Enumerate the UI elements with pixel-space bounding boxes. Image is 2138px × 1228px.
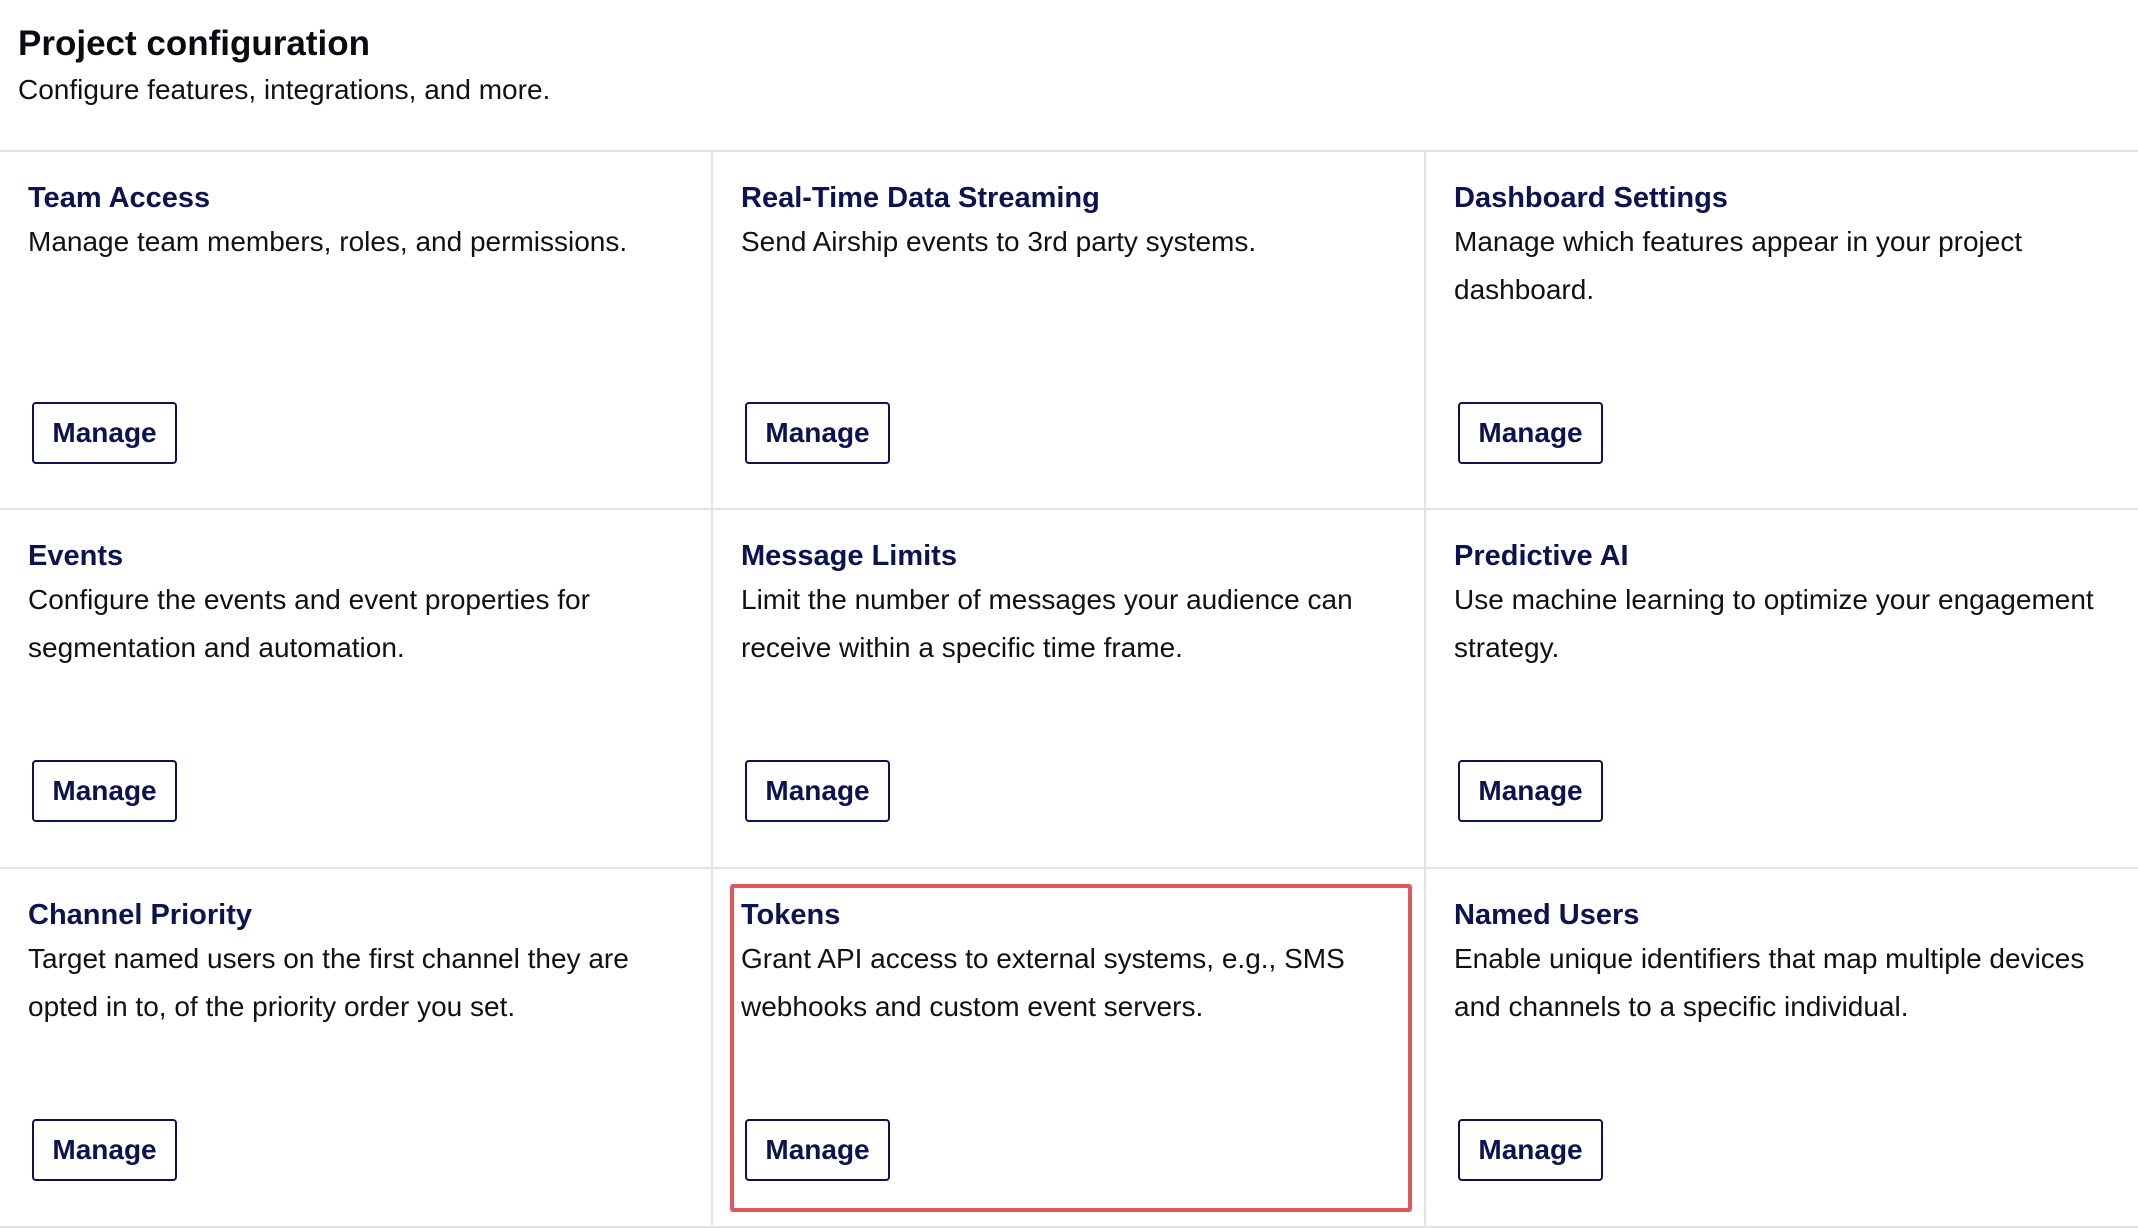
- card-dashboard-settings: Dashboard Settings Manage which features…: [1426, 152, 2138, 510]
- manage-dashboard-settings-button[interactable]: Manage: [1458, 402, 1603, 464]
- card-title: Team Access: [28, 182, 211, 214]
- manage-events-button[interactable]: Manage: [32, 760, 177, 822]
- card-description: Manage which features appear in your pro…: [1454, 226, 2023, 305]
- card-description: Limit the number of messages your audien…: [741, 584, 1353, 663]
- manage-message-limits-button[interactable]: Manage: [745, 760, 890, 822]
- card-events: Events Configure the events and event pr…: [0, 510, 713, 869]
- card-title: Predictive AI: [1454, 540, 1629, 572]
- card-title: Dashboard Settings: [1454, 182, 1728, 214]
- card-title: Message Limits: [741, 540, 957, 572]
- card-predictive-ai: Predictive AI Use machine learning to op…: [1426, 510, 2138, 869]
- card-tokens: Tokens Grant API access to external syst…: [713, 869, 1426, 1228]
- card-title: Named Users: [1454, 899, 1640, 931]
- card-real-time-data-streaming: Real-Time Data Streaming Send Airship ev…: [713, 152, 1426, 510]
- page-header: Project configuration Configure features…: [18, 22, 550, 110]
- card-title: Events: [28, 540, 124, 572]
- manage-team-access-button[interactable]: Manage: [32, 402, 177, 464]
- page-subtitle: Configure features, integrations, and mo…: [18, 74, 551, 105]
- card-title: Tokens: [741, 899, 841, 931]
- manage-named-users-button[interactable]: Manage: [1458, 1119, 1603, 1181]
- page-title: Project configuration: [18, 24, 370, 63]
- card-description: Configure the events and event propertie…: [28, 584, 590, 663]
- manage-channel-priority-button[interactable]: Manage: [32, 1119, 177, 1181]
- manage-tokens-button[interactable]: Manage: [745, 1119, 890, 1181]
- card-description: Send Airship events to 3rd party systems…: [741, 226, 1257, 257]
- card-title: Real-Time Data Streaming: [741, 182, 1100, 214]
- card-channel-priority: Channel Priority Target named users on t…: [0, 869, 713, 1228]
- manage-predictive-ai-button[interactable]: Manage: [1458, 760, 1603, 822]
- manage-real-time-data-streaming-button[interactable]: Manage: [745, 402, 890, 464]
- card-title: Channel Priority: [28, 899, 252, 931]
- card-description: Manage team members, roles, and permissi…: [28, 226, 628, 257]
- card-description: Target named users on the first channel …: [28, 943, 629, 1022]
- config-card-grid: Team Access Manage team members, roles, …: [0, 150, 2138, 1228]
- card-named-users: Named Users Enable unique identifiers th…: [1426, 869, 2138, 1228]
- card-team-access: Team Access Manage team members, roles, …: [0, 152, 713, 510]
- card-message-limits: Message Limits Limit the number of messa…: [713, 510, 1426, 869]
- card-description: Enable unique identifiers that map multi…: [1454, 943, 2085, 1022]
- card-description: Use machine learning to optimize your en…: [1454, 584, 2094, 663]
- card-description: Grant API access to external systems, e.…: [741, 943, 1345, 1022]
